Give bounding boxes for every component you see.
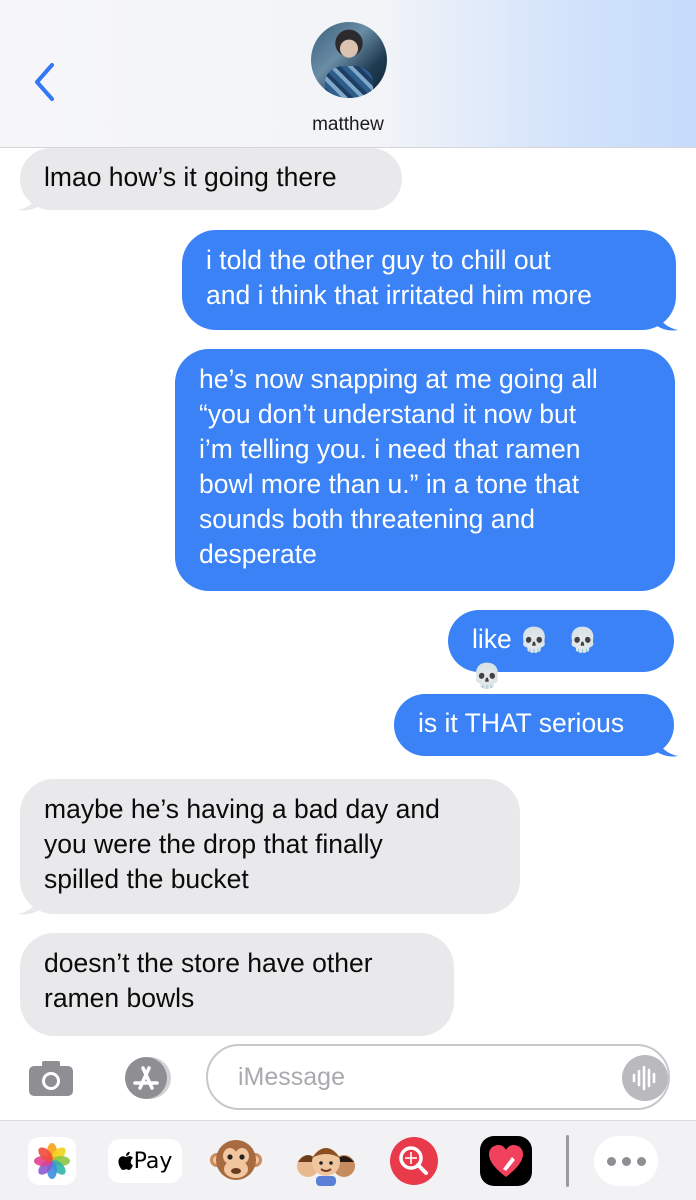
apple-logo-icon (118, 1151, 133, 1170)
voice-message-button[interactable] (622, 1055, 668, 1101)
outgoing-message[interactable]: is it THAT serious (394, 694, 674, 756)
outgoing-message[interactable]: like 💀 💀 💀 (448, 610, 674, 690)
conversation-header: matthew (0, 0, 696, 148)
incoming-message[interactable]: lmao how’s it going there (20, 148, 402, 210)
outgoing-message[interactable]: he’s now snapping at me going all “you d… (175, 349, 675, 591)
message-text-line: i told the other guy to chill out (206, 245, 551, 275)
photos-app-button[interactable] (22, 1134, 82, 1188)
message-text: like (472, 624, 512, 654)
incoming-message[interactable]: doesn’t the store have other ramen bowls (20, 933, 454, 1036)
memoji-app-button[interactable] (296, 1134, 356, 1188)
contact-avatar[interactable] (311, 22, 387, 98)
message-text-line: doesn’t the store have other (44, 948, 373, 978)
message-text-line: i’m telling you. i need that ramen (199, 434, 581, 464)
apple-pay-label: Pay (133, 1148, 173, 1174)
message-text-line: sounds both threatening and (199, 504, 535, 534)
message-text: is it THAT serious (418, 708, 625, 738)
digital-touch-icon (480, 1136, 532, 1186)
message-text-line: bowl more than u.” in a tone that (199, 469, 580, 499)
compose-bar (0, 1036, 696, 1120)
back-button[interactable] (26, 58, 62, 106)
message-text-line: desperate (199, 539, 317, 569)
imessage-app-drawer: Pay (0, 1120, 696, 1200)
outgoing-bubble-tail (652, 312, 678, 331)
more-icon (606, 1156, 646, 1166)
outgoing-message[interactable]: i told the other guy to chill out and i … (182, 230, 676, 330)
photos-icon (28, 1137, 76, 1185)
message-text-line: you were the drop that finally (44, 829, 383, 859)
message-text-line: spilled the bucket (44, 864, 249, 894)
image-search-app-button[interactable] (384, 1134, 444, 1188)
message-text-line: ramen bowls (44, 983, 195, 1013)
camera-icon (29, 1061, 73, 1096)
camera-button[interactable] (26, 1056, 76, 1100)
more-apps-button[interactable] (594, 1136, 658, 1186)
message-text-line: and i think that irritated him more (206, 280, 592, 310)
contact-name[interactable]: matthew (0, 114, 696, 136)
avatar-figure (325, 66, 373, 98)
drawer-divider (566, 1135, 569, 1187)
app-store-button[interactable] (118, 1054, 178, 1102)
incoming-bubble-tail (18, 896, 44, 915)
memoji-icon (297, 1148, 355, 1186)
message-text-line: “you don’t understand it now but (199, 399, 577, 429)
digital-touch-app-button[interactable] (476, 1134, 536, 1188)
imessage-input[interactable] (206, 1044, 670, 1110)
app-store-icon (125, 1057, 171, 1099)
chevron-left-icon (35, 63, 54, 101)
apple-pay-button[interactable]: Pay (108, 1139, 182, 1183)
message-text-line: maybe he’s having a bad day and (44, 794, 440, 824)
waveform-icon (632, 1065, 656, 1091)
incoming-bubble-tail (18, 192, 44, 211)
images-search-icon (390, 1137, 438, 1185)
monkey-icon (210, 1140, 262, 1180)
message-text: lmao how’s it going there (44, 162, 337, 192)
incoming-message[interactable]: maybe he’s having a bad day and you were… (20, 779, 520, 914)
message-list[interactable]: lmao how’s it going there i told the oth… (0, 148, 696, 1036)
outgoing-bubble-tail (652, 738, 678, 757)
message-text-line: he’s now snapping at me going all (199, 364, 598, 394)
animoji-app-button[interactable] (206, 1134, 266, 1188)
